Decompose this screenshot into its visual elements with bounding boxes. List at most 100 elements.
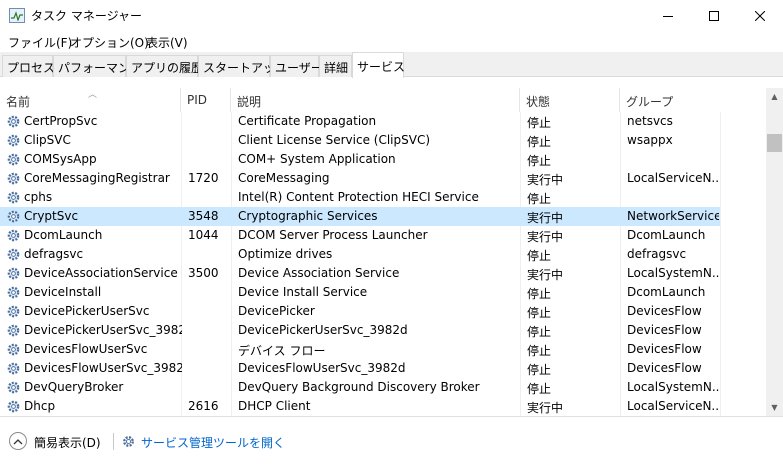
service-status: 実行中 <box>527 211 564 225</box>
service-status: 停止 <box>527 135 552 149</box>
table-row[interactable]: DeviceInstall Device Install Service 停止 Dco… <box>0 283 720 302</box>
service-group: LocalSystemN... <box>627 380 719 394</box>
service-pid: 1720 <box>188 171 219 185</box>
service-status: 停止 <box>527 306 552 320</box>
service-description: DHCP Client <box>238 399 311 413</box>
close-button[interactable] <box>737 0 783 31</box>
service-gear-icon <box>7 381 20 394</box>
title-bar[interactable]: タスク マネージャー <box>0 0 783 31</box>
service-name: DevQueryBroker <box>24 380 124 394</box>
maximize-icon <box>709 10 719 21</box>
service-description: CoreMessaging <box>238 171 330 185</box>
service-status: 停止 <box>527 325 552 339</box>
service-description: Client License Service (ClipSVC) <box>238 133 431 147</box>
service-group: DevicesFlow <box>627 361 702 375</box>
table-row[interactable]: DcomLaunch 1044 DCOM Server Process Launch… <box>0 226 720 245</box>
service-name: ClipSVC <box>24 133 71 147</box>
service-gear-icon <box>7 267 20 280</box>
service-gear-icon <box>7 343 20 356</box>
column-header-name[interactable]: ︿ 名前 <box>0 88 181 112</box>
service-group: LocalSystemN... <box>627 266 719 280</box>
service-status: 停止 <box>527 382 552 396</box>
fewer-details-button[interactable] <box>9 432 27 450</box>
service-gear-icon <box>7 229 20 242</box>
table-row[interactable]: cphs Intel(R) Content Protection HECI Ser… <box>0 188 720 207</box>
minimize-icon <box>663 15 673 17</box>
tab-startup[interactable]: スタートアップ <box>198 55 287 77</box>
service-description: DevQuery Background Discovery Broker <box>238 380 480 394</box>
service-group: NetworkService <box>627 209 719 223</box>
table-row[interactable]: CryptSvc 3548 Cryptographic Services 実行中 Net… <box>0 207 720 226</box>
service-name: DevicePickerUserSvc_3982d <box>24 323 182 337</box>
service-pid: 1044 <box>188 228 219 242</box>
tab-bar: プロセス パフォーマンス アプリの履歴 スタートアップ ユーザー 詳細 サービス <box>0 52 783 78</box>
table-row[interactable]: COMSysApp COM+ System Application 停止 <box>0 150 720 169</box>
service-group: LocalServiceN... <box>627 399 719 413</box>
scroll-up-arrow-icon[interactable]: ▲ <box>766 88 783 105</box>
service-description: デバイス フロー <box>238 344 326 358</box>
services-table: ︿ 名前 PID 説明 状態 グループ CertPropSvc Certifica… <box>0 88 766 416</box>
service-group: defragsvc <box>627 247 687 261</box>
service-name: COMSysApp <box>24 152 97 166</box>
service-name: CryptSvc <box>24 209 79 223</box>
column-header-group[interactable]: グループ <box>620 88 720 112</box>
sort-ascending-icon: ︿ <box>88 90 98 100</box>
service-status: 停止 <box>527 344 552 358</box>
service-group: DevicesFlow <box>627 342 702 356</box>
footer-divider <box>113 433 114 450</box>
table-row[interactable]: CertPropSvc Certificate Propagation 停止 nets… <box>0 112 720 131</box>
service-gear-icon <box>7 153 20 166</box>
service-gear-icon <box>7 115 20 128</box>
service-name: cphs <box>24 190 53 204</box>
fewer-details-label[interactable]: 簡易表示(D) <box>34 434 101 451</box>
table-row[interactable]: DevicesFlowUserSvc_3982d DevicesFlowUserS… <box>0 359 720 378</box>
service-name: Dhcp <box>24 399 56 413</box>
table-row[interactable]: DevQueryBroker DevQuery Background Discov… <box>0 378 720 397</box>
table-row[interactable]: CoreMessagingRegistrar 1720 CoreMessaging 実… <box>0 169 720 188</box>
tab-performance[interactable]: パフォーマンス <box>53 55 142 77</box>
chevron-up-icon <box>13 438 23 444</box>
table-row[interactable]: defragsvc Optimize drives 停止 defragsvc <box>0 245 720 264</box>
open-services-link[interactable]: サービス管理ツールを開く <box>141 434 285 451</box>
table-row[interactable]: DevicePickerUserSvc_3982d DevicePickerUse… <box>0 321 720 340</box>
tab-users[interactable]: ユーザー <box>270 55 323 77</box>
service-description: Certificate Propagation <box>238 114 377 128</box>
service-gear-icon <box>7 210 20 223</box>
maximize-button[interactable] <box>691 0 737 31</box>
service-pid: 3548 <box>188 209 219 223</box>
service-description: DCOM Server Process Launcher <box>238 228 428 242</box>
vertical-scrollbar[interactable]: ▲ ▼ <box>766 88 783 416</box>
service-gear-icon <box>7 134 20 147</box>
table-row[interactable]: DeviceAssociationService 3500 Device Assoc… <box>0 264 720 283</box>
column-header-pid[interactable]: PID <box>181 88 231 112</box>
minimize-button[interactable] <box>645 0 691 31</box>
tab-details[interactable]: 詳細 <box>319 55 352 77</box>
table-row[interactable]: DevicesFlowUserSvc デバイス フロー 停止 DevicesFlow <box>0 340 720 359</box>
scrollbar-thumb[interactable] <box>767 134 782 152</box>
tab-processes[interactable]: プロセス <box>2 55 55 77</box>
column-header-description[interactable]: 説明 <box>231 88 520 112</box>
tab-app-history[interactable]: アプリの履歴 <box>126 55 203 77</box>
table-row[interactable]: Dhcp 2616 DHCP Client 実行中 LocalServiceN... <box>0 397 720 416</box>
service-group: DevicesFlow <box>627 323 702 337</box>
tab-services[interactable]: サービス <box>352 52 405 78</box>
menu-options[interactable]: オプション(O) <box>70 34 149 51</box>
window-title: タスク マネージャー <box>31 9 142 23</box>
service-gear-icon <box>7 305 20 318</box>
footer-bar: 簡易表示(D) サービス管理ツールを開く <box>0 416 783 466</box>
service-description: Intel(R) Content Protection HECI Service <box>238 190 479 204</box>
service-name: CoreMessagingRegistrar <box>24 171 170 185</box>
table-row[interactable]: DevicePickerUserSvc DevicePicker 停止 Devices… <box>0 302 720 321</box>
menu-file[interactable]: ファイル(F) <box>8 34 72 51</box>
column-header-status[interactable]: 状態 <box>520 88 620 112</box>
service-status: 停止 <box>527 363 552 377</box>
service-name: DevicePickerUserSvc <box>24 304 150 318</box>
table-row[interactable]: ClipSVC Client License Service (ClipSVC) 停… <box>0 131 720 150</box>
service-description: DevicesFlowUserSvc_3982d <box>238 361 406 375</box>
service-description: Cryptographic Services <box>238 209 378 223</box>
service-description: Device Install Service <box>238 285 368 299</box>
menu-view[interactable]: 表示(V) <box>146 34 188 51</box>
service-status: 実行中 <box>527 268 564 282</box>
scroll-down-arrow-icon[interactable]: ▼ <box>766 399 783 416</box>
services-gear-icon <box>123 436 134 447</box>
